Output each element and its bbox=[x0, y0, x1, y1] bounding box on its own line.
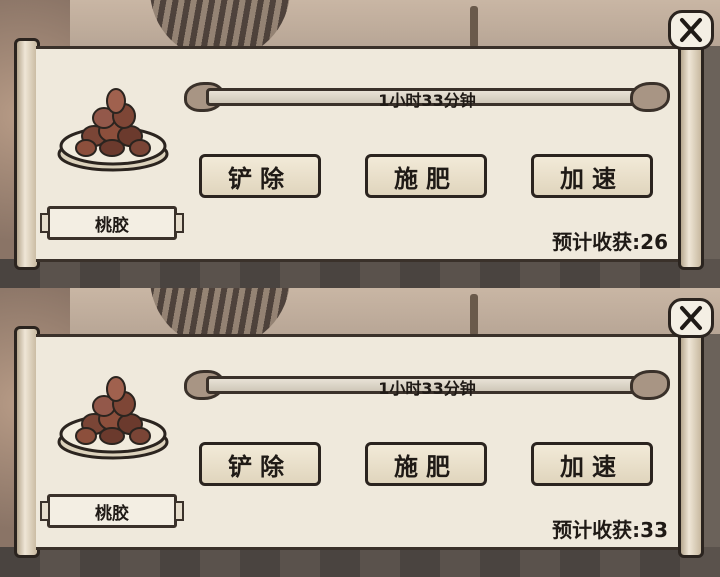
harvest-label: 预计收获: bbox=[552, 518, 641, 542]
growth-timer-bar: 1小时33分钟 bbox=[184, 82, 670, 112]
item-name-tag: 桃胶 bbox=[40, 206, 184, 240]
timer-remaining-text: 1小时33分钟 bbox=[378, 91, 476, 110]
close-button[interactable] bbox=[668, 298, 714, 338]
speedup-button[interactable]: 加速 bbox=[531, 442, 653, 486]
fertilize-button[interactable]: 施肥 bbox=[365, 154, 487, 198]
item-name-label: 桃胶 bbox=[95, 503, 129, 524]
remove-button[interactable]: 铲除 bbox=[199, 154, 321, 198]
screenshot-frame-bottom: 1小时33分钟 铲除 施肥 加速 桃胶 预计收获:33 bbox=[0, 288, 720, 577]
growth-timer-bar: 1小时33分钟 bbox=[184, 370, 670, 400]
crop-info-scroll-panel: 1小时33分钟 铲除 施肥 加速 桃胶 预计收获:26 bbox=[14, 38, 704, 270]
crop-info-scroll-panel: 1小时33分钟 铲除 施肥 加速 桃胶 预计收获:33 bbox=[14, 326, 704, 558]
close-x-icon bbox=[680, 306, 702, 330]
item-name-label: 桃胶 bbox=[95, 215, 129, 236]
speedup-button[interactable]: 加速 bbox=[531, 154, 653, 198]
harvest-label: 预计收获: bbox=[552, 230, 641, 254]
expected-harvest: 预计收获:33 bbox=[552, 514, 668, 543]
harvest-value: 26 bbox=[640, 230, 668, 254]
screenshot-frame-top: 1小时33分钟 铲除 施肥 加速 桃胶 预计收获:26 bbox=[0, 0, 720, 289]
scroll-rod-right bbox=[678, 326, 704, 558]
expected-harvest: 预计收获:26 bbox=[552, 226, 668, 255]
remove-button[interactable]: 铲除 bbox=[199, 442, 321, 486]
close-x-icon bbox=[680, 18, 702, 42]
peach-gum-bowl-icon bbox=[57, 376, 169, 460]
timer-remaining-text: 1小时33分钟 bbox=[378, 379, 476, 398]
harvest-value: 33 bbox=[640, 518, 668, 542]
fertilize-button[interactable]: 施肥 bbox=[365, 442, 487, 486]
peach-gum-bowl-icon bbox=[57, 88, 169, 172]
item-name-tag: 桃胶 bbox=[40, 494, 184, 528]
scroll-rod-right bbox=[678, 38, 704, 270]
close-button[interactable] bbox=[668, 10, 714, 50]
